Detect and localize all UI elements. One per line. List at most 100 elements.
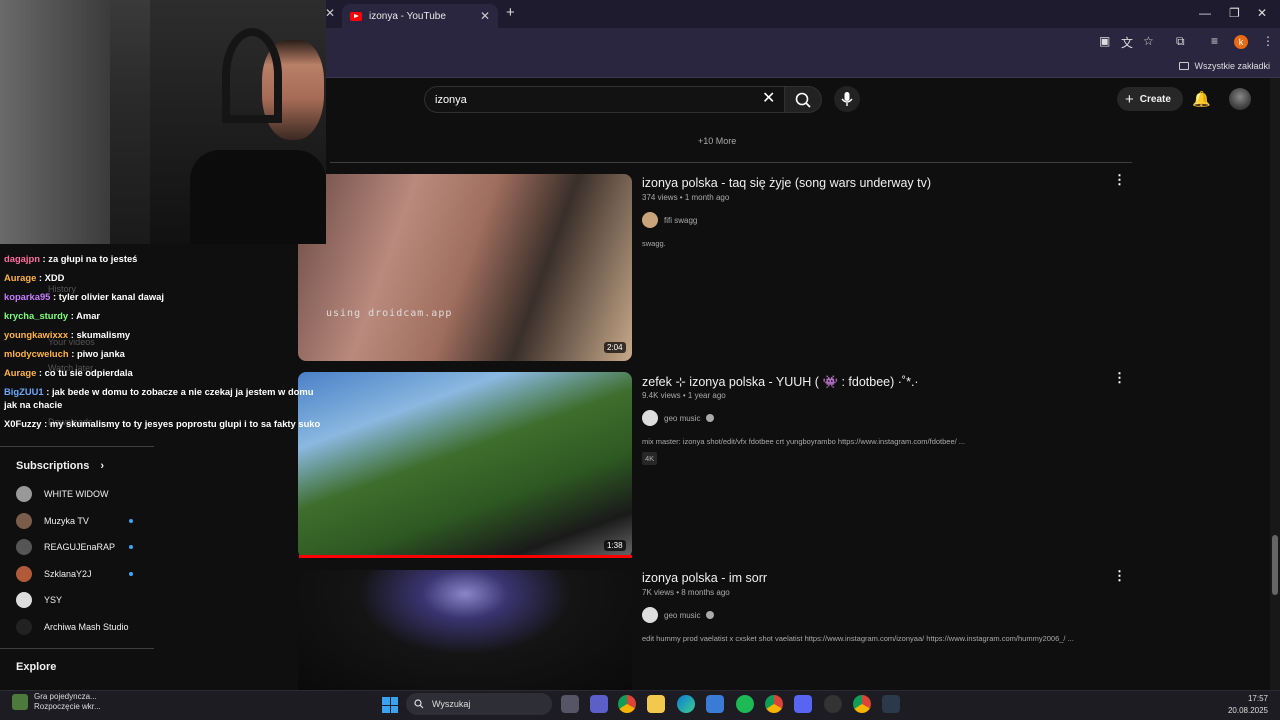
chat-text: za głupi na to jesteś [48,253,138,264]
video-thumbnail[interactable] [298,570,632,690]
channel-avatar [16,565,32,582]
tab-youtube[interactable]: izonya - YouTube ✕ [342,4,498,28]
voice-search-button[interactable] [834,86,860,112]
channel-link[interactable]: geo music [642,410,715,426]
chat-username: Aurage [4,272,37,283]
video-title[interactable]: zefek ⊹ izonya polska - YUUH ( 👾 : fdotb… [642,374,919,390]
windows-start-icon[interactable] [382,697,398,713]
minimize-icon[interactable]: — [1199,6,1211,20]
close-window-icon[interactable]: ✕ [1257,6,1267,20]
chat-username: X0Fuzzy [4,418,42,429]
video-options-icon[interactable]: ⋮ [1113,370,1126,386]
explore-heading: Explore [16,661,57,673]
video-thumbnail[interactable]: using droidcam.app 2:04 [298,174,632,361]
app-icon[interactable] [824,695,842,713]
media-icon[interactable]: ≡ [1211,34,1218,48]
restore-icon[interactable]: ❐ [1229,6,1240,20]
subscriptions-heading[interactable]: Subscriptions › [16,460,104,472]
clock-time: 17:57 [1247,694,1268,703]
close-tab-icon[interactable]: ✕ [325,6,335,20]
page-scrollbar[interactable] [1270,78,1280,690]
taskbar-clock[interactable]: 17:57 20.08.2025 [1228,693,1268,717]
chrome-icon[interactable] [853,695,871,713]
chrome-icon[interactable] [765,695,783,713]
clear-search-icon[interactable]: ✕ [762,88,775,108]
subscriptions-label: Subscriptions [16,460,90,472]
all-bookmarks-folder[interactable]: Wszystkie zakładki [1179,61,1270,71]
taskbar-search[interactable]: Wyszukaj [406,693,552,715]
subscription-item[interactable]: SzklanaY2J [16,565,136,582]
chat-message: X0Fuzzy : my skumalismy to ty jesyes pop… [4,418,321,429]
stream-chat-overlay: dagajpn : za głupi na to jesteś Aurage :… [4,252,322,436]
chat-username: koparka95 [4,291,51,302]
channel-name: fifi swagg [664,215,698,225]
video-title[interactable]: izonya polska - im sorr [642,571,767,585]
more-menu-icon[interactable]: ⋮ [1262,34,1274,48]
channel-avatar [16,592,32,609]
chat-username: dagajpn [4,253,40,264]
cast-icon[interactable]: ▣ [1099,34,1110,48]
task-view-icon[interactable] [561,695,579,713]
app-icon[interactable] [882,695,900,713]
chat-text: tyler olivier kanal dawaj [58,291,164,302]
more-results-link[interactable]: +10 More [698,136,736,146]
profile-avatar[interactable]: k [1234,35,1248,49]
chrome-icon[interactable] [618,695,636,713]
discord-icon[interactable] [794,695,812,713]
chat-message: Aurage : XDD [4,272,65,283]
edge-icon[interactable] [677,695,695,713]
spotify-icon[interactable] [736,695,754,713]
subscription-item[interactable]: Muzyka TV [16,512,136,529]
file-explorer-icon[interactable] [647,695,665,713]
chat-message: krycha_sturdy : Amar [4,310,101,321]
channel-avatar [642,607,658,623]
translate-icon[interactable]: 文 [1121,34,1133,51]
taskbar-notification[interactable]: Gra pojedyncza... Rozpoczęcie wkr... [12,692,101,712]
notifications-bell-icon[interactable]: 🔔 [1192,90,1211,108]
video-options-icon[interactable]: ⋮ [1113,172,1126,188]
video-thumbnail[interactable]: 1:38 [298,372,632,558]
channel-avatar [16,512,32,529]
verified-icon [706,611,715,619]
thumbnail-overlay-text: using droidcam.app [326,308,453,319]
subscription-name: Muzyka TV [44,515,89,526]
chat-username: youngkawixxx [4,329,69,340]
chat-message: BigZUU1 : jak bede w domu to zobacze a n… [4,386,314,410]
extensions-icon[interactable]: ⧉ [1176,34,1185,49]
microsoft-store-icon[interactable] [706,695,724,713]
sidebar-divider [0,648,154,649]
create-label: Create [1139,93,1171,105]
folder-icon [1179,62,1190,70]
channel-link[interactable]: fifi swagg [642,212,697,228]
video-options-icon[interactable]: ⋮ [1113,568,1126,584]
new-tab-icon[interactable]: + [506,4,515,21]
account-avatar[interactable] [1229,88,1251,110]
video-description: edit hummy prod vaelatist x cxsket shot … [642,634,1074,643]
subscription-item[interactable]: Archiwa Mash Studio [16,619,136,635]
subscription-item[interactable]: WHITE WIDOW [16,486,136,502]
search-icon [795,92,811,108]
chat-text: co tu sie odpierdala [44,367,133,378]
headphones-icon [222,28,282,123]
subscription-item[interactable]: YSY [16,592,136,609]
search-input[interactable]: izonya [424,86,784,113]
search-button[interactable] [784,86,822,113]
chat-message: mlodycweluch : piwo janka [4,348,125,359]
verified-icon [706,414,715,422]
chat-username: mlodycweluch [4,348,69,359]
bookmark-star-icon[interactable]: ☆ [1143,34,1154,48]
teams-icon[interactable] [590,695,608,713]
video-meta: 7K views • 8 months ago [642,588,730,597]
microphone-icon [841,92,853,106]
subscription-item[interactable]: REAGUJEnaRAP [16,539,136,556]
channel-link[interactable]: geo music [642,607,715,623]
close-tab-icon[interactable]: ✕ [480,9,490,23]
windows-taskbar [0,690,1280,720]
chat-username: krycha_sturdy [4,310,69,321]
video-title[interactable]: izonya polska - taq się żyje (song wars … [642,176,931,190]
all-bookmarks-label: Wszystkie zakładki [1194,61,1270,71]
scrollbar-thumb[interactable] [1272,535,1278,595]
search-icon [414,699,424,709]
create-button[interactable]: + Create [1117,87,1183,111]
chat-text: jak bede w domu to zobacze a nie czekaj … [4,386,314,410]
